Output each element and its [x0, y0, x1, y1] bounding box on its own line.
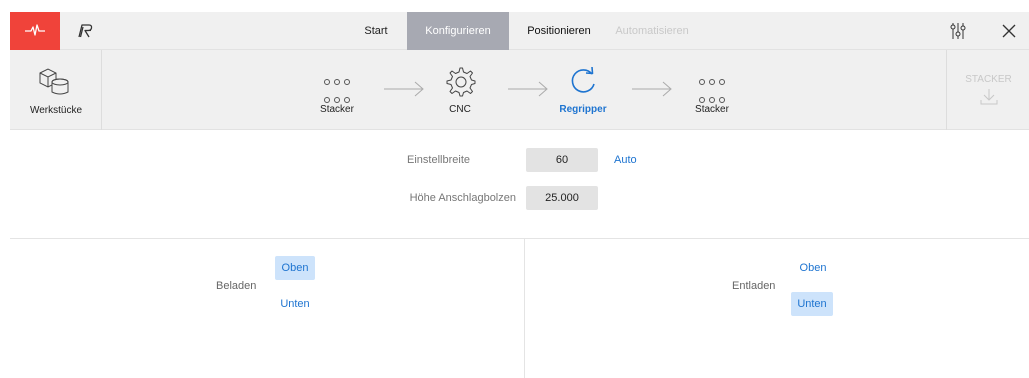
entladen-option-oben[interactable]: Oben	[792, 256, 834, 280]
entladen-option-unten[interactable]: Unten	[791, 292, 833, 316]
tab-automatisieren: Automatisieren	[615, 25, 689, 37]
section-divider	[10, 238, 1029, 239]
workpieces-button[interactable]: Werkstücke	[10, 50, 102, 130]
close-icon[interactable]	[996, 19, 1022, 43]
arrow-right-icon	[632, 81, 672, 97]
workpieces-icon	[36, 64, 74, 98]
process-flow: Werkstücke Stacker CNC Regripper Stacker…	[10, 50, 1029, 130]
tab-start[interactable]: Start	[350, 12, 402, 50]
tab-positionieren[interactable]: Positionieren	[509, 12, 609, 50]
step-label: Regripper	[559, 104, 607, 115]
beladen-label: Beladen	[216, 280, 257, 292]
beladen-option-unten[interactable]: Unten	[275, 292, 315, 316]
sliders-icon[interactable]	[945, 19, 971, 43]
step-regripper[interactable]: Regripper	[543, 50, 623, 130]
top-nav-bar: Start Konfigurieren Positionieren Automa…	[10, 12, 1029, 50]
heartbeat-icon[interactable]	[10, 12, 60, 50]
refresh-icon	[563, 64, 603, 100]
step-label: Stacker	[695, 104, 729, 115]
step-label: Stacker	[320, 104, 354, 115]
tab-konfigurieren[interactable]: Konfigurieren	[407, 12, 509, 50]
step-stacker-2[interactable]: Stacker	[672, 50, 752, 130]
stacker-button-label: STACKER	[965, 74, 1012, 85]
step-stacker-1[interactable]: Stacker	[297, 50, 377, 130]
stacker-download-button: STACKER	[946, 50, 1029, 130]
auto-button[interactable]: Auto	[614, 154, 637, 166]
step-label: CNC	[449, 104, 471, 115]
gear-icon	[440, 64, 480, 100]
entladen-label: Entladen	[732, 280, 776, 292]
hoehe-anschlagbolzen-field[interactable]: 25.000	[526, 186, 598, 210]
workpieces-label: Werkstücke	[29, 105, 83, 116]
beladen-option-oben[interactable]: Oben	[275, 256, 315, 280]
hoehe-anschlagbolzen-label: Höhe Anschlagbolzen	[409, 192, 516, 204]
download-icon	[980, 89, 998, 105]
einstellbreite-field[interactable]: 60	[526, 148, 598, 172]
column-divider	[524, 239, 525, 378]
step-cnc[interactable]: CNC	[420, 50, 500, 130]
brand-logo	[68, 12, 102, 50]
einstellbreite-label: Einstellbreite	[407, 154, 470, 166]
